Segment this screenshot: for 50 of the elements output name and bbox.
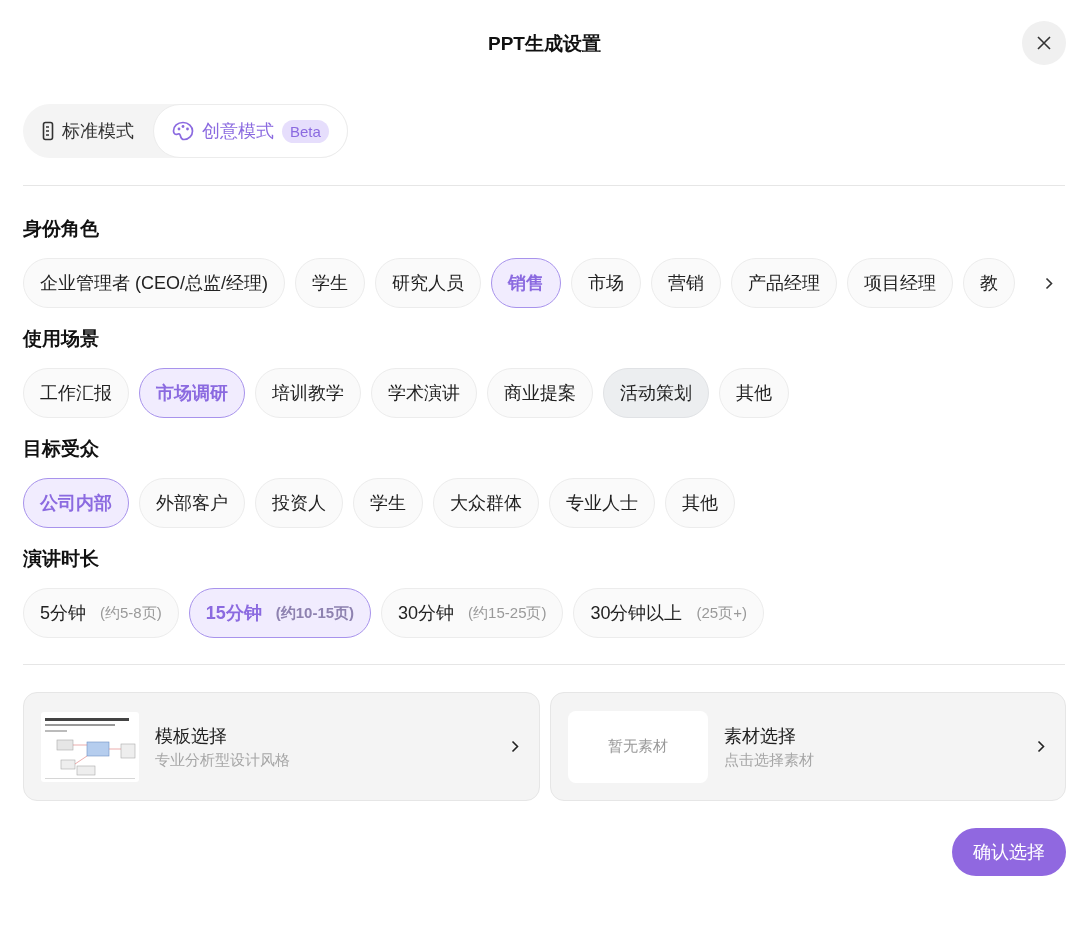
option-chip[interactable]: 专业人士 (549, 478, 655, 528)
close-icon (1037, 36, 1051, 50)
option-chip[interactable]: 产品经理 (731, 258, 837, 308)
chevron-right-icon (510, 740, 519, 753)
option-chip[interactable]: 市场 (571, 258, 641, 308)
option-chip[interactable]: 外部客户 (139, 478, 245, 528)
card-subtitle: 专业分析型设计风格 (155, 750, 291, 770)
card-subtitle: 点击选择素材 (723, 750, 815, 770)
option-chip[interactable]: 学生 (295, 258, 365, 308)
section-title: 目标受众 (23, 437, 100, 461)
chevron-right-icon (1037, 740, 1045, 753)
option-chip[interactable]: 学术演讲 (371, 368, 477, 418)
option-chip[interactable]: 项目经理 (847, 258, 953, 308)
option-chip[interactable]: 30分钟 (约15-25页) (381, 588, 564, 638)
selection-card[interactable]: 暂无素材 素材选择 点击选择素材 (549, 692, 1066, 801)
page-count-note: (约10-15页) (275, 603, 355, 623)
option-chip[interactable]: 培训教学 (255, 368, 361, 418)
option-chip[interactable]: 大众群体 (433, 478, 539, 528)
option-chip[interactable]: 营销 (651, 258, 721, 308)
section-title: 身份角色 (23, 217, 100, 241)
beta-badge: Beta (282, 119, 329, 143)
option-chip[interactable]: 工作汇报 (23, 368, 129, 418)
mode-tab[interactable]: 创意模式 Beta (153, 104, 348, 158)
option-chip[interactable]: 研究人员 (375, 258, 481, 308)
section-title: 使用场景 (23, 327, 100, 351)
ruler-icon (42, 121, 54, 141)
dialog-title: PPT生成设置 (488, 32, 601, 56)
page-count-note: (约5-8页) (100, 603, 162, 623)
option-chip[interactable]: 30分钟以上 (25页+) (573, 588, 764, 638)
empty-material-placeholder: 暂无素材 (567, 710, 708, 783)
card-title: 素材选择 (723, 724, 797, 748)
option-chip[interactable]: 活动策划 (603, 368, 709, 418)
option-chip[interactable]: 教 (963, 258, 1015, 308)
mode-tab[interactable]: 标准模式 (23, 104, 153, 158)
option-chip[interactable]: 投资人 (255, 478, 343, 528)
section-title: 演讲时长 (23, 547, 100, 571)
chevron-right-icon (1045, 276, 1053, 290)
page-count-note: (25页+) (696, 603, 747, 623)
option-chip[interactable]: 商业提案 (487, 368, 593, 418)
option-chip[interactable]: 5分钟 (约5-8页) (23, 588, 179, 638)
selection-card[interactable]: 模板选择 专业分析型设计风格 (23, 692, 540, 801)
close-button[interactable] (1022, 21, 1066, 65)
option-chip[interactable]: 其他 (719, 368, 789, 418)
confirm-button[interactable]: 确认选择 (952, 828, 1066, 876)
page-count-note: (约15-25页) (468, 603, 547, 623)
option-chip[interactable]: 其他 (665, 478, 735, 528)
option-chip[interactable]: 企业管理者 (CEO/总监/经理) (23, 258, 285, 308)
option-chip[interactable]: 学生 (353, 478, 423, 528)
palette-icon (172, 121, 194, 141)
card-title: 模板选择 (155, 724, 228, 748)
